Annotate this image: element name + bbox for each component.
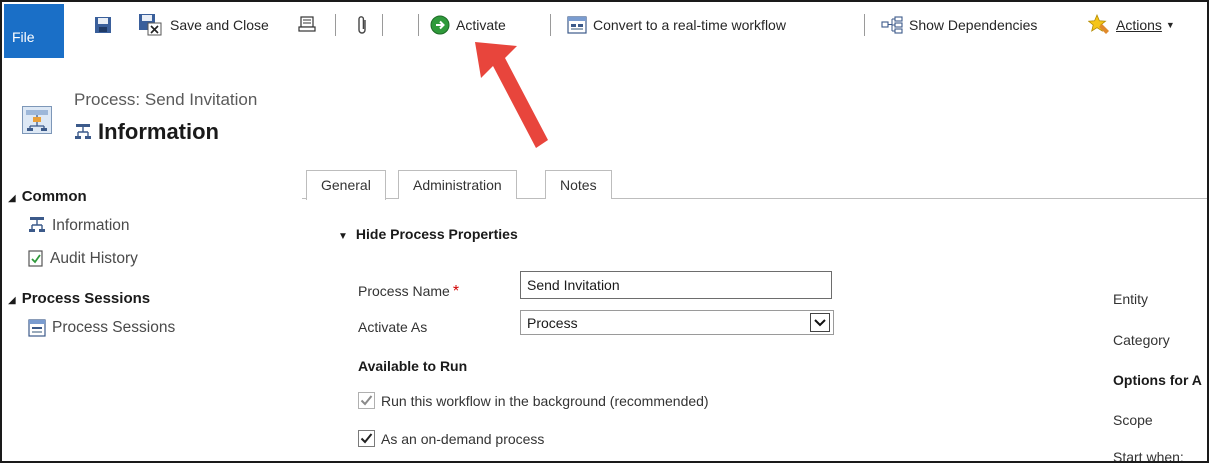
process-subtitle: Process: Send Invitation (74, 90, 258, 109)
save-and-close-label: Save and Close (170, 17, 269, 33)
toolbar-separator (418, 14, 419, 36)
actions-label: Actions (1116, 17, 1162, 33)
paperclip-icon (358, 16, 366, 34)
activate-icon (430, 15, 450, 35)
page-title: Information (98, 119, 219, 144)
sidebar-item-label: Information (52, 217, 130, 234)
entity-label: Entity (1113, 291, 1149, 307)
required-asterisk: * (452, 283, 460, 300)
tab-notes[interactable]: Notes (545, 170, 612, 199)
window-frame: File Save and Close Activate Convert to … (0, 0, 1209, 463)
ribbon-toolbar: File Save and Close Activate Convert to … (2, 2, 1207, 60)
save-close-icon (139, 14, 162, 36)
tab-administration[interactable]: Administration (398, 170, 517, 199)
attach-button[interactable] (357, 12, 369, 38)
start-when-label: Start when: (1113, 449, 1184, 463)
workflow-icon (29, 217, 45, 232)
sidebar-item-process-sessions[interactable]: Process Sessions (28, 319, 175, 337)
sidebar-item-audit-history[interactable]: Audit History (28, 250, 138, 268)
activate-as-label: Activate As (358, 319, 428, 335)
workflow-window-icon (567, 16, 587, 34)
collapse-triangle-icon: ◢ (8, 193, 16, 204)
audit-history-icon (28, 250, 43, 267)
workflow-icon (75, 124, 91, 139)
sidebar-item-label: Audit History (50, 250, 138, 267)
process-sessions-icon (28, 319, 46, 337)
convert-realtime-button[interactable]: Convert to a real-time workflow (567, 12, 786, 38)
save-button[interactable] (94, 12, 112, 38)
save-icon (95, 17, 111, 33)
show-dependencies-button[interactable]: Show Dependencies (881, 12, 1037, 38)
show-dependencies-label: Show Dependencies (909, 17, 1038, 33)
chevron-down-icon: ▼ (1165, 20, 1175, 30)
sidebar-item-label: Process Sessions (52, 319, 176, 336)
toolbar-separator (864, 14, 865, 36)
print-preview-button[interactable] (298, 12, 318, 38)
activate-label: Activate (456, 17, 506, 33)
section-toggle-process-properties[interactable]: ▼ Hide Process Properties (338, 226, 518, 242)
actions-menu-button[interactable]: Actions ▼ (1088, 12, 1175, 38)
print-preview-icon (298, 16, 316, 32)
process-name-label-text: Process Name (358, 283, 450, 299)
activate-as-select[interactable]: Process (520, 310, 834, 335)
sidebar-heading-common-label: Common (21, 188, 87, 205)
scope-label: Scope (1113, 412, 1153, 428)
sidebar-item-information[interactable]: Information (28, 216, 130, 236)
convert-realtime-label: Convert to a real-time workflow (593, 17, 786, 33)
toolbar-separator (335, 14, 336, 36)
process-name-input[interactable]: Send Invitation (520, 271, 832, 299)
section-heading-label: Hide Process Properties (355, 226, 518, 242)
sidebar-heading-common[interactable]: ◢ Common (8, 188, 87, 205)
process-icon (22, 106, 52, 134)
caret-down-icon: ▼ (338, 231, 348, 242)
options-heading: Options for A (1113, 372, 1202, 388)
collapse-triangle-icon: ◢ (8, 295, 16, 306)
file-tab-label: File (12, 29, 35, 45)
activate-as-value: Process (527, 315, 578, 331)
activate-button[interactable]: Activate (430, 12, 506, 38)
process-name-label: Process Name * (358, 283, 459, 301)
toolbar-separator (382, 14, 383, 36)
dropdown-chevron-icon (810, 313, 830, 332)
tab-general[interactable]: General (306, 170, 386, 200)
on-demand-label: As an on-demand process (381, 430, 545, 447)
file-tab[interactable]: File (4, 4, 64, 58)
dependencies-icon (881, 16, 903, 34)
sidebar-heading-process-sessions[interactable]: ◢ Process Sessions (8, 290, 150, 307)
available-to-run-heading: Available to Run (358, 358, 468, 374)
run-in-background-checkbox[interactable] (358, 392, 375, 409)
sidebar-heading-sessions-label: Process Sessions (21, 290, 151, 307)
save-and-close-button[interactable]: Save and Close (138, 12, 269, 38)
category-label: Category (1113, 332, 1170, 348)
on-demand-checkbox-row[interactable]: As an on-demand process (358, 430, 544, 447)
on-demand-checkbox[interactable] (358, 430, 375, 447)
run-in-background-checkbox-row[interactable]: Run this workflow in the background (rec… (358, 392, 709, 409)
actions-star-icon (1088, 14, 1109, 34)
toolbar-separator (550, 14, 551, 36)
annotation-arrow (475, 42, 548, 148)
run-in-background-label: Run this workflow in the background (rec… (381, 392, 709, 409)
